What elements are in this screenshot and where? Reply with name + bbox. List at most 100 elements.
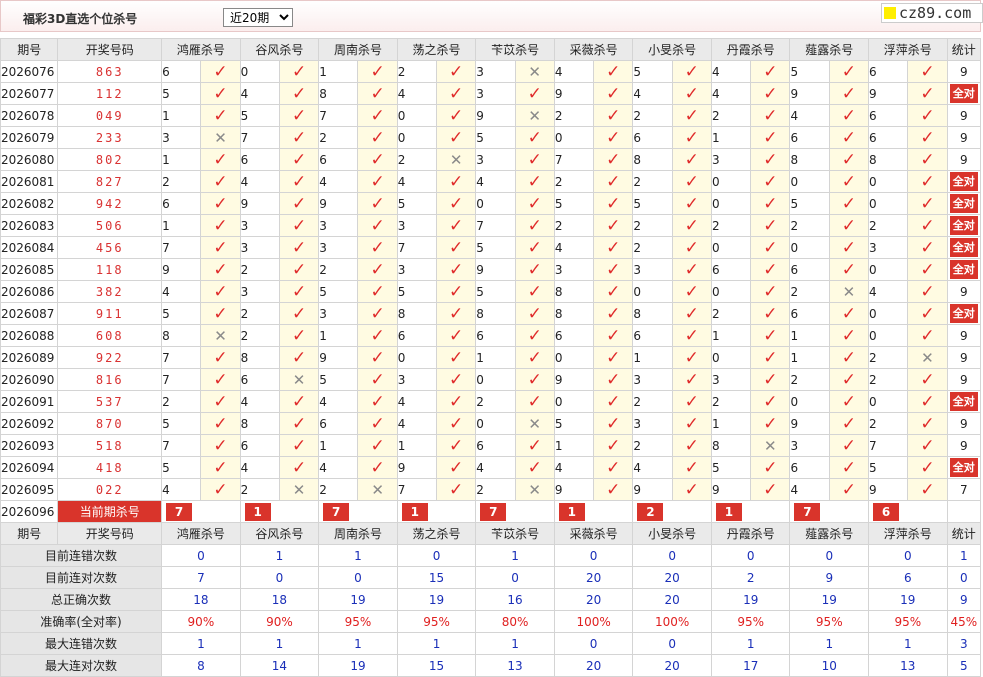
check-icon: ✓ (213, 83, 228, 104)
kill-number-cell: 1 (396, 434, 438, 457)
kill-number-cell: 2 (710, 302, 752, 325)
result-mark-cell: ✓ (436, 324, 477, 347)
period-cell: 2026093 (0, 434, 59, 457)
result-mark-cell: ✓ (593, 148, 634, 171)
current-kill-cell: 7 (475, 500, 555, 523)
kill-number-cell: 2 (475, 390, 516, 413)
check-icon: ✓ (291, 325, 307, 346)
period-cell: 2026083 (0, 214, 59, 237)
check-icon: ✓ (763, 149, 778, 170)
kill-number-cell: 0 (475, 192, 516, 215)
kill-number-cell: 6 (396, 324, 438, 347)
result-mark-cell: ✓ (514, 324, 555, 347)
result-mark-cell: ✓ (514, 236, 555, 259)
kill-number-cell: 6 (475, 324, 516, 347)
check-icon: ✓ (291, 237, 307, 258)
result-mark-cell: ✓ (357, 456, 398, 479)
current-kill-cell: 1 (710, 500, 791, 523)
check-icon: ✓ (763, 83, 778, 104)
result-mark-cell: ✓ (357, 236, 398, 259)
result-mark-cell: ✓ (671, 104, 712, 127)
result-mark-cell: ✓ (278, 456, 320, 479)
check-icon: ✓ (920, 237, 935, 258)
kill-number-cell: 9 (553, 82, 595, 105)
kill-number-cell: 3 (710, 368, 752, 391)
check-icon: ✓ (606, 391, 621, 412)
kill-number-cell: 6 (632, 126, 673, 149)
draw-number-cell: 942 (57, 192, 163, 215)
kill-number-cell: 3 (318, 302, 359, 325)
summary-value: 20 (553, 654, 634, 677)
check-icon: ✓ (920, 171, 935, 192)
result-mark-cell: ✓ (200, 434, 241, 457)
check-icon: ✓ (370, 369, 385, 390)
result-mark-cell: ✕ (828, 280, 870, 303)
kill-number-cell: 2 (789, 280, 830, 303)
result-mark-cell: ✓ (750, 214, 791, 237)
logo-square-icon (884, 7, 896, 19)
kill-number-cell: 9 (553, 478, 595, 501)
result-mark-cell: ✓ (750, 302, 791, 325)
kill-number-cell: 8 (710, 434, 752, 457)
result-mark-cell: ✓ (828, 148, 870, 171)
result-mark-cell: ✓ (671, 390, 712, 413)
check-icon: ✓ (213, 413, 228, 434)
summary-value: 1 (161, 632, 241, 655)
kill-number-cell: 2 (239, 478, 280, 501)
check-icon: ✓ (449, 237, 464, 258)
summary-value: 0 (475, 566, 555, 589)
all-correct-badge: 全对 (949, 84, 978, 103)
kill-number-cell: 5 (475, 280, 516, 303)
table-row: 2026088 608 8 ✕ 2 ✓ 1 ✓ 6 ✓ 6 ✓ 6 ✓ 6 ✓ 1 ✓ 1 ✓ 0 ✓ 9 (0, 324, 982, 347)
check-icon: ✓ (291, 413, 307, 434)
result-mark-cell: ✓ (907, 126, 948, 149)
summary-value: 95% (396, 610, 477, 633)
check-icon: ✓ (920, 325, 935, 346)
kill-number-cell: 4 (396, 170, 438, 193)
kill-number-cell: 6 (239, 434, 280, 457)
result-mark-cell: ✓ (278, 148, 320, 171)
range-select[interactable]: 近20期 (223, 8, 293, 27)
kill-number-cell: 7 (396, 236, 438, 259)
summary-value: 1 (318, 632, 398, 655)
check-icon: ✓ (763, 61, 778, 82)
result-mark-cell: ✓ (514, 214, 555, 237)
summary-value: 0 (161, 544, 241, 567)
result-mark-cell: ✓ (200, 148, 241, 171)
check-icon: ✓ (763, 105, 778, 126)
kill-number-cell: 2 (789, 368, 830, 391)
check-icon: ✓ (841, 105, 857, 126)
kill-number-cell: 1 (789, 346, 830, 369)
kill-number-cell: 2 (868, 346, 909, 369)
stat-cell: 9 (946, 280, 982, 303)
result-mark-cell: ✓ (671, 214, 712, 237)
check-icon: ✓ (920, 259, 935, 280)
kill-number-cell: 0 (710, 170, 752, 193)
summary-value: 20 (632, 654, 712, 677)
column-header: 薤露杀号 (789, 38, 870, 61)
check-icon: ✓ (606, 479, 621, 500)
table-row: 2026090 816 7 ✓ 6 ✕ 5 ✓ 3 ✓ 0 ✓ 9 ✓ 3 ✓ 3 ✓ 2 ✓ 2 ✓ 9 (0, 368, 982, 391)
summary-value: 100% (553, 610, 634, 633)
result-mark-cell: ✕ (514, 60, 555, 83)
summary-value: 3 (946, 632, 982, 655)
draw-number-cell: 922 (57, 346, 163, 369)
result-mark-cell: ✓ (593, 60, 634, 83)
kill-number-cell: 2 (161, 390, 202, 413)
summary-row: 准确率(全对率) 90% 90% 95% 95% 80% 100% 100% 95% 95% 95%… (0, 610, 982, 633)
result-mark-cell: ✓ (671, 324, 712, 347)
check-icon: ✓ (370, 105, 385, 126)
result-mark-cell: ✓ (200, 346, 241, 369)
draw-number-cell: 816 (57, 368, 163, 391)
kill-number-cell: 4 (239, 456, 280, 479)
cross-icon: ✕ (371, 480, 384, 499)
check-icon: ✓ (291, 193, 307, 214)
result-mark-cell: ✓ (828, 60, 870, 83)
kill-number-cell: 1 (475, 346, 516, 369)
summary-value: 80% (475, 610, 555, 633)
result-mark-cell: ✓ (357, 280, 398, 303)
period-cell: 2026096 (0, 500, 59, 523)
period-cell: 2026082 (0, 192, 59, 215)
check-icon: ✓ (527, 149, 542, 170)
site-logo[interactable]: cz89.com (881, 3, 983, 23)
